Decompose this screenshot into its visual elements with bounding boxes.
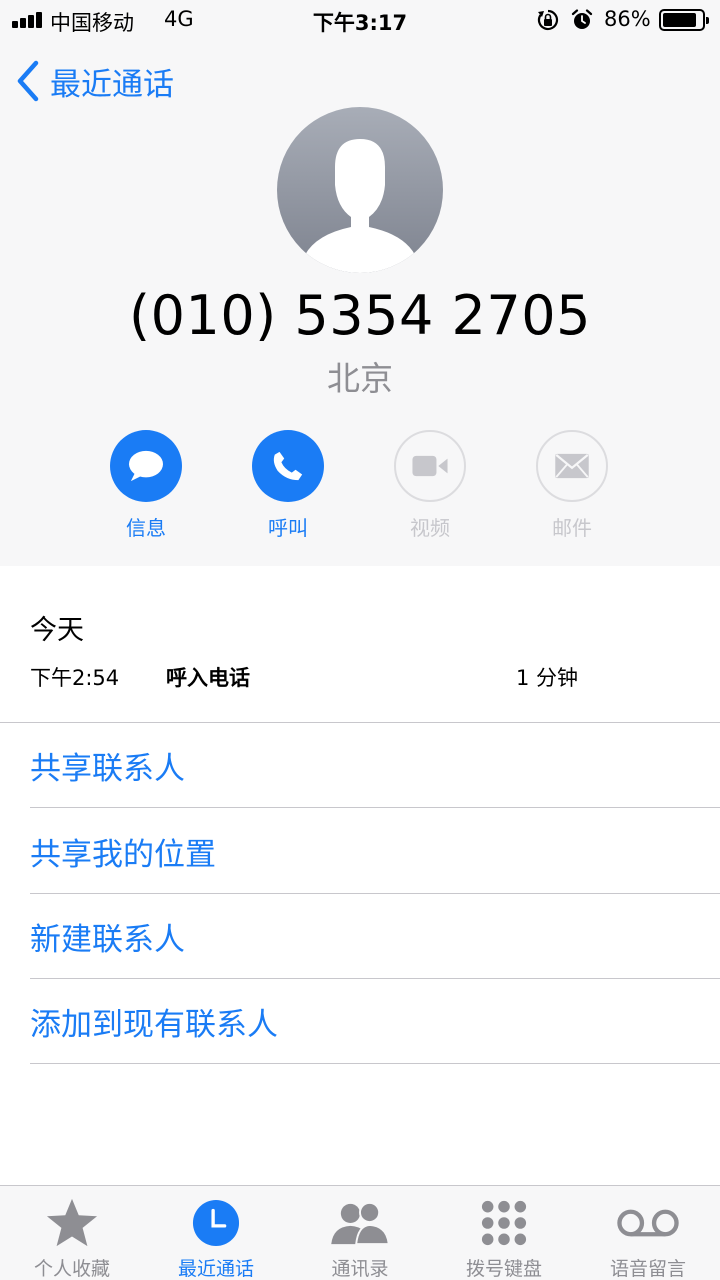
voicemail-icon [617,1209,679,1237]
video-circle [394,430,466,502]
add-to-existing-contact-label: 添加到现有联系人 [30,1006,278,1043]
message-button[interactable]: 信息 [91,430,201,541]
avatar [277,107,443,273]
tab-keypad-label: 拨号键盘 [465,1258,542,1280]
mail-circle [536,430,608,502]
history-entry: 下午2:54 呼入电话 1 分钟 [30,662,590,692]
tab-keypad[interactable]: 拨号键盘 [432,1186,576,1280]
share-location-label: 共享我的位置 [30,836,216,873]
message-icon [129,450,163,482]
alarm-icon [571,9,593,29]
video-label: 视频 [410,516,450,540]
share-contact-label: 共享联系人 [30,750,185,787]
tab-voicemail[interactable]: 语音留言 [576,1186,720,1280]
history-entry-duration: 1 分钟 [515,666,578,690]
status-bar: 中国移动 4G 下午3:17 86% [0,0,720,40]
history-entry-type: 呼入电话 [166,666,250,690]
call-label: 呼叫 [268,516,308,540]
share-location-option[interactable]: 共享我的位置 [30,809,720,894]
history-date: 今天 [30,615,84,646]
tab-recents[interactable]: 最近通话 [144,1186,288,1280]
mail-label: 邮件 [552,516,592,540]
call-button[interactable]: 呼叫 [233,430,343,541]
battery-fill [663,13,696,27]
star-icon [46,1198,98,1247]
person-silhouette-icon [303,139,417,273]
phone-location: 北京 [327,359,393,398]
call-circle [252,430,324,502]
new-contact-option[interactable]: 新建联系人 [30,894,720,979]
message-circle [110,430,182,502]
mail-button[interactable]: 邮件 [517,430,627,541]
phone-number: (010) 5354 2705 [129,284,591,347]
video-icon [412,455,448,477]
new-contact-label: 新建联系人 [30,921,185,958]
back-button[interactable]: 最近通话 [14,57,174,105]
phone-icon [273,451,303,481]
mail-icon [555,453,589,479]
history-entry-time: 下午2:54 [30,666,120,690]
tab-favorites-label: 个人收藏 [33,1258,110,1280]
chevron-left-icon [17,60,39,102]
contacts-icon [331,1201,390,1246]
tab-bar: 个人收藏 最近通话 通讯录 拨号键盘 语音留言 [0,1185,720,1280]
tab-voicemail-label: 语音留言 [609,1258,686,1280]
keypad-icon [481,1200,527,1246]
message-label: 信息 [126,516,166,540]
video-button[interactable]: 视频 [375,430,485,541]
add-to-existing-contact-option[interactable]: 添加到现有联系人 [30,979,720,1064]
clock-icon [192,1199,240,1247]
tab-recents-label: 最近通话 [177,1258,254,1280]
tab-contacts[interactable]: 通讯录 [288,1186,432,1280]
tab-contacts-label: 通讯录 [331,1258,389,1280]
battery-icon [659,9,709,31]
battery-percentage: 86% [604,7,651,31]
rotation-lock-icon [537,9,559,31]
back-label: 最近通话 [50,66,174,103]
share-contact-option[interactable]: 共享联系人 [30,723,720,808]
tab-favorites[interactable]: 个人收藏 [0,1186,144,1280]
